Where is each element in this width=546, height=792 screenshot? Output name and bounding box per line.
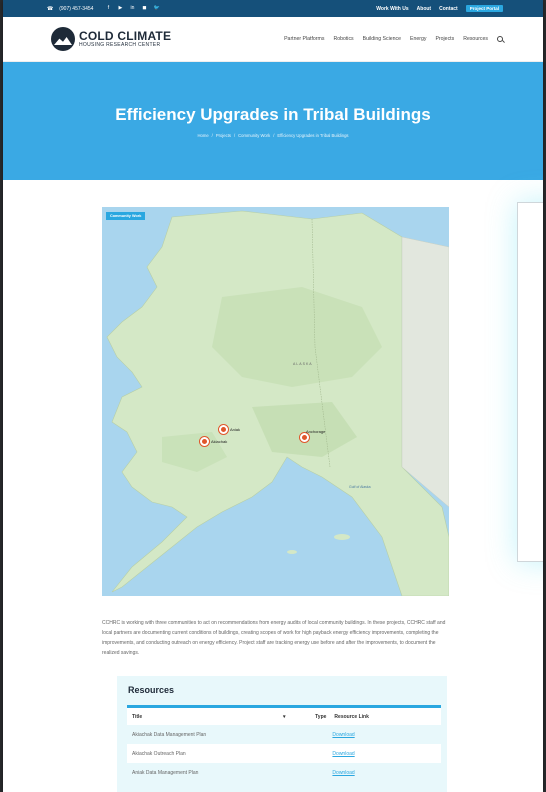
column-header-link[interactable]: Resource Link (332, 714, 441, 720)
about-link[interactable]: About (417, 6, 431, 12)
nav-building-science[interactable]: Building Science (363, 36, 401, 42)
alaska-map[interactable]: Community Work ALASKA Aniak Akiachak Anc… (102, 207, 449, 596)
download-link[interactable]: Download (332, 770, 441, 776)
site-header: COLD CLIMATE HOUSING RESEARCH CENTER Par… (3, 17, 543, 62)
breadcrumb-separator: / (273, 132, 275, 138)
resource-title: Akiachak Outreach Plan (132, 750, 186, 757)
table-row: Akiachak Data Management Plan Download (127, 725, 441, 744)
map-pin-anchorage[interactable] (300, 433, 309, 442)
resource-title: Akiachak Data Management Plan (132, 731, 207, 738)
logo-title: COLD CLIMATE (79, 29, 172, 43)
contact-link[interactable]: Contact (439, 6, 458, 12)
facebook-icon[interactable]: f (105, 6, 111, 11)
table-row: Aniak Data Management Plan Download (127, 763, 441, 782)
top-bar: ☎ (907) 457-3454 f ▶ in ◼ 🐦 Work With Us… (3, 0, 543, 17)
nav-partner-platforms[interactable]: Partner Platforms (284, 36, 324, 42)
map-pin-aniak[interactable] (219, 425, 228, 434)
twitter-icon[interactable]: 🐦 (153, 6, 159, 11)
table-row: Akiachak Outreach Plan Download (127, 744, 441, 763)
map-pin-label: Akiachak (211, 439, 228, 444)
map-region-label: ALASKA (293, 362, 313, 366)
map-land-shapes (106, 210, 449, 596)
youtube-icon[interactable]: ▶ (117, 6, 123, 11)
category-tag[interactable]: Community Work (106, 212, 146, 220)
page: ☎ (907) 457-3454 f ▶ in ◼ 🐦 Work With Us… (3, 0, 543, 792)
page-hero: Efficiency Upgrades in Tribal Buildings … (3, 62, 543, 180)
nav-robotics[interactable]: Robotics (333, 36, 353, 42)
breadcrumb: Home / Projects / Community Work / Effic… (197, 133, 348, 138)
download-link[interactable]: Download (332, 751, 441, 757)
project-description: CCHRC is working with three communities … (102, 620, 446, 656)
breadcrumb-separator: / (233, 132, 236, 138)
main-content: Community Work ALASKA Aniak Akiachak Anc… (3, 180, 543, 792)
map-water-label: Gulf of Alaska (349, 485, 371, 489)
phone-number[interactable]: (907) 457-3454 (59, 6, 93, 12)
resources-table: Title ▾ Type Resource Link Akiachak Data … (127, 708, 441, 782)
column-header-type[interactable]: ▾ Type (283, 714, 332, 720)
nav-energy[interactable]: Energy (410, 36, 426, 42)
mountain-logo-icon (51, 27, 75, 51)
map-pin-label: Aniak (230, 427, 241, 432)
column-header-title[interactable]: Title (132, 714, 283, 720)
logo-subtitle: HOUSING RESEARCH CENTER (79, 42, 161, 48)
resources-panel: Resources Title ▾ Type Resource Link Akia… (117, 676, 447, 792)
work-with-us-link[interactable]: Work With Us (376, 6, 408, 12)
breadcrumb-separator: / (211, 132, 213, 138)
breadcrumb-home[interactable]: Home (197, 133, 208, 138)
main-nav: Partner Platforms Robotics Building Scie… (284, 36, 503, 42)
phone-icon: ☎ (47, 5, 54, 12)
breadcrumb-projects[interactable]: Projects (216, 133, 231, 138)
project-portal-button[interactable]: Project Portal (465, 5, 503, 12)
resource-title: Aniak Data Management Plan (132, 769, 199, 776)
resources-title: Resources (128, 685, 175, 695)
sidebar-card (517, 202, 543, 562)
breadcrumb-current: Efficiency Upgrades in Tribal Buildings (277, 132, 349, 138)
site-logo[interactable]: COLD CLIMATE HOUSING RESEARCH CENTER (51, 27, 171, 51)
page-title: Efficiency Upgrades in Tribal Buildings (115, 104, 431, 124)
search-icon[interactable] (497, 36, 503, 42)
download-link[interactable]: Download (332, 732, 441, 738)
nav-resources[interactable]: Resources (463, 36, 488, 42)
linkedin-icon[interactable]: in (129, 6, 135, 11)
sort-arrow-icon: ▾ (283, 713, 286, 720)
map-pin-akiachak[interactable] (200, 437, 209, 446)
breadcrumb-community-work[interactable]: Community Work (238, 133, 270, 138)
table-header-row: Title ▾ Type Resource Link (127, 708, 441, 725)
map-pin-label: Anchorage (306, 429, 326, 434)
nav-projects[interactable]: Projects (435, 36, 454, 42)
instagram-icon[interactable]: ◼ (141, 6, 147, 11)
social-links: f ▶ in ◼ 🐦 (105, 6, 160, 11)
